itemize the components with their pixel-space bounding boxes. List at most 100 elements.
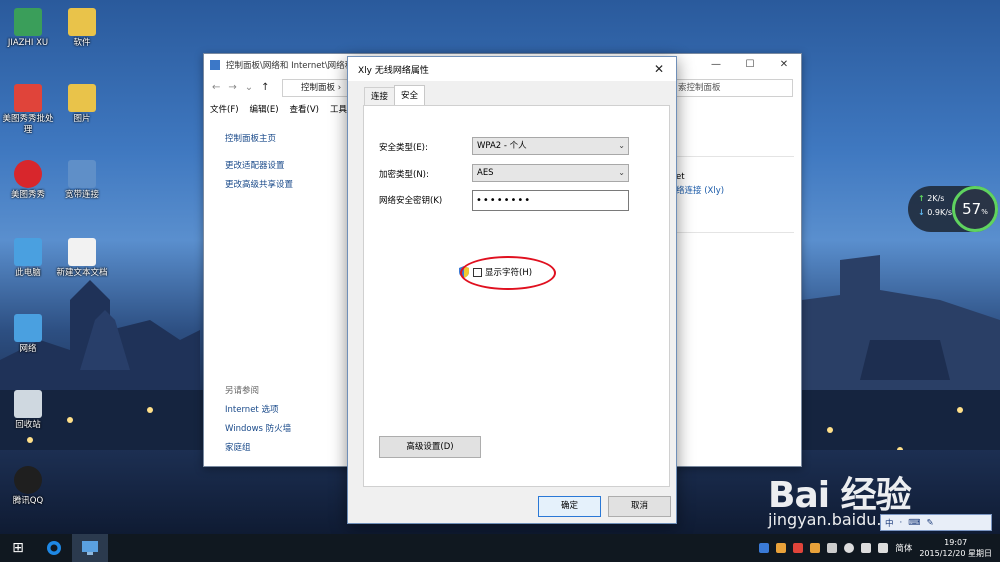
wireless-properties-dialog[interactable]: Xly 无线网络属性 ✕ 连接 安全 安全类型(E): WPA2 - 个人 ⌄ …: [347, 56, 677, 524]
tab-security[interactable]: 安全: [394, 85, 426, 105]
forward-arrow-icon[interactable]: →: [228, 82, 236, 93]
encryption-type-label: 加密类型(N):: [379, 170, 429, 180]
meitu-batch-icon: [14, 84, 42, 112]
sidebar-link-internet-options[interactable]: Internet 选项: [225, 401, 293, 420]
close-icon[interactable]: ✕: [767, 54, 801, 76]
language-indicator[interactable]: 简体: [895, 542, 912, 554]
maximize-icon[interactable]: ☐: [733, 54, 767, 76]
broadband-icon: [68, 160, 96, 188]
control-panel-icon: [82, 541, 98, 555]
taskbar-item-browser[interactable]: [36, 534, 72, 562]
desktop-icon-user[interactable]: JIAZHI XU: [0, 8, 56, 49]
security-key-input[interactable]: ••••••••: [472, 190, 629, 211]
computer-icon: [14, 238, 42, 266]
desktop-icon-broadband[interactable]: 宽带连接: [54, 160, 110, 201]
security-type-label: 安全类型(E):: [379, 143, 428, 153]
baidu-jingyan-watermark: Bai 经验 jingyan.baidu.com: [768, 466, 916, 529]
security-shield-icon[interactable]: [759, 543, 770, 553]
text-document-icon: [68, 238, 96, 266]
ok-button[interactable]: 确定: [538, 496, 601, 517]
desktop-icon-recycle-bin[interactable]: 回收站: [0, 390, 56, 431]
encryption-type-value: AES: [477, 168, 494, 178]
clock[interactable]: 19:07 2015/12/20 星期日: [919, 537, 992, 559]
desktop-icon-label: 腾讯QQ: [12, 496, 44, 506]
sidebar-link-adapter[interactable]: 更改适配器设置: [225, 157, 293, 176]
user-icon: [14, 8, 42, 36]
menu-file[interactable]: 文件(F): [210, 103, 239, 115]
desktop-icon-new-text[interactable]: 新建文本文档: [54, 238, 110, 279]
menu-view[interactable]: 查看(V): [290, 103, 319, 115]
network-icon: [14, 314, 42, 342]
red-highlight-circle: [460, 256, 556, 290]
desktop-icon-pictures[interactable]: 图片: [54, 84, 110, 125]
dialog-tabs: 连接 安全: [364, 85, 426, 105]
desktop-icon-label: 图片: [73, 114, 91, 124]
clock-date: 2015/12/20 星期日: [919, 549, 992, 558]
dialog-title: Xly 无线网络属性: [358, 65, 429, 76]
control-panel-icon: [210, 60, 220, 70]
taskbar: ⊞ 简体 19:07 2015/12/20 星期日: [0, 534, 1000, 562]
window-controls: — ☐ ✕: [699, 54, 801, 76]
desktop-icon-label: 网络: [19, 344, 37, 354]
sidebar-link-homegroup[interactable]: 家庭组: [225, 439, 293, 458]
minimize-icon[interactable]: —: [699, 54, 733, 76]
cancel-button[interactable]: 取消: [608, 496, 671, 517]
chevron-down-icon: ⌄: [618, 168, 625, 177]
encryption-type-select[interactable]: AES ⌄: [472, 164, 629, 182]
divider: [676, 156, 794, 157]
wifi-icon[interactable]: [844, 543, 855, 553]
keyboard-icon[interactable]: ⌨: [908, 518, 920, 528]
clock-time: 19:07: [944, 538, 968, 547]
desktop-icon-qq[interactable]: 腾讯QQ: [0, 466, 56, 507]
desktop-icon-network[interactable]: 网络: [0, 314, 56, 355]
folder-icon: [68, 8, 96, 36]
security-type-select[interactable]: WPA2 - 个人 ⌄: [472, 137, 629, 155]
desktop-icon-this-pc[interactable]: 此电脑: [0, 238, 56, 279]
desktop-icon-label: 回收站: [15, 420, 41, 430]
tray-app-icon[interactable]: [776, 543, 787, 553]
menu-edit[interactable]: 编辑(E): [250, 103, 279, 115]
desktop-icon-label: 美图秀秀批处理: [2, 114, 54, 135]
tab-connection[interactable]: 连接: [364, 87, 396, 105]
back-arrow-icon[interactable]: ←: [212, 82, 220, 93]
chevron-down-icon: ⌄: [618, 141, 625, 150]
dialog-titlebar[interactable]: Xly 无线网络属性: [348, 57, 676, 81]
security-panel: 安全类型(E): WPA2 - 个人 ⌄ 加密类型(N): AES ⌄ 网络安全…: [363, 105, 670, 487]
meitu-icon: [14, 160, 42, 188]
network-speed-widget[interactable]: ↑ 2K/s ↓ 0.9K/s 57%: [908, 186, 998, 232]
taskbar-item-control-panel[interactable]: [72, 534, 108, 562]
settings-icon[interactable]: ✎: [927, 518, 934, 528]
menu-bar: 文件(F) 编辑(E) 查看(V) 工具: [210, 103, 347, 115]
up-arrow-icon[interactable]: ↑: [261, 82, 269, 93]
advanced-settings-button[interactable]: 高级设置(D): [379, 436, 481, 458]
desktop-icon-meitu[interactable]: 美图秀秀: [0, 160, 56, 201]
system-tray: 简体 19:07 2015/12/20 星期日: [759, 534, 1000, 562]
desktop-icon-label: JIAZHI XU: [7, 38, 49, 48]
ime-punctuation[interactable]: ·: [900, 518, 903, 528]
desktop-icon-meitu-batch[interactable]: 美图秀秀批处理: [0, 84, 56, 136]
tray-app-icon[interactable]: [793, 543, 804, 553]
battery-icon[interactable]: [827, 543, 838, 553]
ime-toolbar[interactable]: 中 · ⌨ ✎: [880, 514, 992, 531]
desktop-icon-software[interactable]: 软件: [54, 8, 110, 49]
menu-tools[interactable]: 工具: [330, 103, 347, 115]
keyboard-icon[interactable]: [878, 543, 889, 553]
browser-icon: [47, 541, 61, 555]
sidebar-link-sharing[interactable]: 更改高级共享设置: [225, 176, 293, 195]
desktop-icon-label: 宽带连接: [64, 190, 99, 200]
upload-arrow-icon: ↑: [918, 194, 925, 203]
sidebar-link-firewall[interactable]: Windows 防火墙: [225, 420, 293, 439]
volume-icon[interactable]: [861, 543, 872, 553]
search-input[interactable]: 索控制面板: [673, 79, 793, 97]
sidebar-link-home[interactable]: 控制面板主页: [225, 130, 293, 149]
tray-app-icon[interactable]: [810, 543, 821, 553]
desktop-icon-label: 新建文本文档: [56, 268, 108, 278]
close-icon[interactable]: ✕: [642, 57, 676, 81]
network-connection-link[interactable]: 络连接 (Xly): [676, 184, 724, 198]
windows-start-icon[interactable]: ⊞: [0, 534, 36, 562]
security-key-label: 网络安全密钥(K): [379, 196, 443, 206]
ime-chinese-mode[interactable]: 中: [885, 517, 894, 529]
control-panel-sidebar: 控制面板主页 更改适配器设置 更改高级共享设置 另请参阅 Internet 选项…: [225, 130, 293, 458]
recent-chevron-icon[interactable]: ⌄: [245, 82, 253, 93]
desktop-icon-label: 软件: [73, 38, 91, 48]
